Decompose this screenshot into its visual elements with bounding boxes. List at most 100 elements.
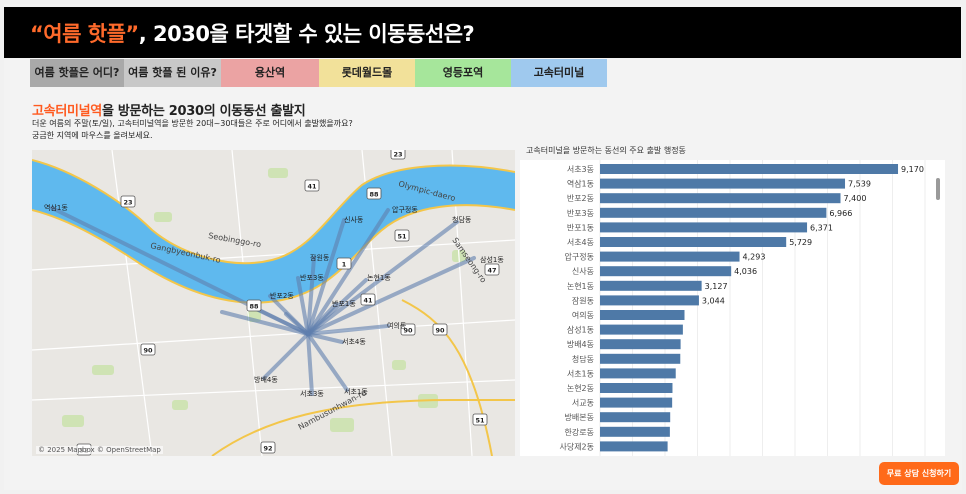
data-label: 5,729: [789, 238, 812, 247]
bar[interactable]: [600, 441, 668, 452]
bar[interactable]: [600, 426, 670, 437]
map-canvas[interactable]: 23418851147909288419023909251 Gangbyeonb…: [32, 150, 515, 456]
svg-text:51: 51: [475, 417, 485, 425]
svg-text:88: 88: [249, 303, 259, 311]
data-label: 6,966: [829, 209, 852, 218]
route-shield: 23: [390, 150, 406, 160]
category-label: 삼성1동: [567, 325, 594, 335]
route-shield: 51: [394, 229, 410, 242]
bar[interactable]: [600, 295, 699, 306]
bar-chart[interactable]: 서초3동 9,170 역삼1동 7,539 반포2동 7,400 반포3동 6,966 반포1동…: [520, 160, 945, 456]
road-label: Seobinggo-ro: [208, 231, 262, 249]
bar[interactable]: [600, 251, 740, 262]
district-label: 신사동: [344, 215, 364, 224]
bar[interactable]: [600, 310, 685, 320]
district-label: 서초1동: [344, 387, 368, 396]
bar[interactable]: [600, 222, 808, 233]
tab-lotte-world-mall[interactable]: 롯데월드몰: [319, 59, 415, 87]
bar[interactable]: [600, 324, 683, 335]
section-title: 고속터미널역을 방문하는 2030의 이동동선 출발지: [32, 100, 306, 119]
bar[interactable]: [600, 178, 846, 189]
category-label: 사당제2동: [559, 441, 594, 451]
page-header: “여름 핫플”, 2030을 타겟할 수 있는 이동동선은?: [4, 7, 961, 58]
svg-text:51: 51: [397, 233, 407, 241]
category-label: 서초4동: [567, 238, 594, 247]
tab-bar: 여름 핫플은 어디? 여름 핫플 된 이유? 용산역 롯데월드몰 영등포역 고속…: [30, 59, 607, 87]
category-label: 논현2동: [567, 384, 594, 393]
district-label: 반포2동: [270, 291, 294, 300]
route-shield: 88: [366, 187, 382, 200]
route-line[interactable]: [306, 332, 314, 396]
route-shield: 41: [360, 293, 376, 306]
bar[interactable]: [600, 353, 681, 364]
district-label: 방배4동: [254, 375, 278, 384]
data-label: 3,127: [705, 282, 728, 291]
bar-chart-canvas[interactable]: 서초3동 9,170 역삼1동 7,539 반포2동 7,400 반포3동 6,966 반포1동…: [520, 160, 945, 456]
bar[interactable]: [600, 339, 681, 350]
route-shield: 23: [120, 195, 136, 208]
svg-text:47: 47: [487, 267, 496, 275]
district-label: 논현1동: [367, 274, 391, 282]
district-label: 반포1동: [332, 299, 356, 308]
expressway: [401, 299, 493, 456]
chart-title: 고속터미널을 방문하는 동선의 주요 출발 행정동: [526, 146, 686, 155]
route-shield: 1: [336, 257, 352, 270]
category-label: 한강로동: [565, 427, 594, 437]
bar[interactable]: [600, 207, 827, 218]
data-label: 4,293: [743, 253, 766, 262]
chart-grid: [599, 160, 926, 456]
tab-yongsan-station[interactable]: 용산역: [221, 59, 319, 87]
category-label: 신사동: [572, 267, 594, 276]
route-line[interactable]: [262, 332, 310, 380]
district-label: 서초4동: [342, 337, 366, 346]
page-title: “여름 핫플”, 2030을 타겟할 수 있는 이동동선은?: [30, 18, 475, 48]
svg-text:88: 88: [369, 191, 379, 199]
district-label: 서초3동: [300, 389, 324, 398]
bar[interactable]: [600, 237, 787, 247]
tab-express-bus-terminal[interactable]: 고속터미널: [511, 59, 607, 87]
category-label: 서초3동: [567, 165, 594, 174]
district-label: 압구정동: [392, 205, 418, 214]
category-label: 여의동: [572, 310, 594, 320]
data-label: 6,371: [810, 223, 833, 232]
description-line: 더운 여름의 주말(토/일), 고속터미널역을 방문한 20대~30대들은 주로…: [32, 119, 353, 128]
page-title-highlight: “여름 핫플”: [30, 22, 139, 46]
bar[interactable]: [600, 412, 671, 423]
free-consultation-button[interactable]: 무료 상담 신청하기: [879, 462, 959, 485]
page-title-rest: , 2030을 타겟할 수 있는 이동동선은?: [138, 22, 475, 46]
district-label: 여의동: [387, 321, 407, 330]
district-label: 반포3동: [300, 273, 324, 282]
route-shield: 90: [140, 343, 156, 356]
bar[interactable]: [600, 193, 841, 204]
route-shield: 41: [304, 179, 320, 192]
district-label: 청담동: [452, 215, 472, 224]
tab-yeongdeungpo-station[interactable]: 영등포역: [415, 59, 511, 87]
category-label: 반포1동: [567, 223, 594, 232]
category-label: 방배4동: [567, 339, 594, 349]
category-label: 청담동: [572, 354, 594, 364]
bar[interactable]: [600, 368, 676, 379]
section-title-rest: 을 방문하는 2030의 이동동선 출발지: [101, 104, 306, 119]
svg-text:41: 41: [307, 183, 317, 191]
district-label: 역삼1동: [44, 203, 68, 212]
category-label: 반포3동: [567, 209, 594, 218]
route-map[interactable]: 23418851147909288419023909251 Gangbyeonb…: [32, 150, 515, 456]
route-shield: 88: [246, 299, 262, 312]
category-label: 서초1동: [567, 369, 594, 378]
description-line: 궁금한 지역에 마우스를 올려보세요.: [32, 131, 153, 140]
bar[interactable]: [600, 397, 673, 408]
chart-scrollbar[interactable]: [936, 178, 940, 200]
bar[interactable]: [600, 383, 673, 393]
tab-summer-hotplace[interactable]: 여름 핫플은 어디?: [30, 59, 124, 87]
section-title-highlight: 고속터미널역: [32, 104, 102, 119]
data-label: 9,170: [901, 165, 924, 174]
bar[interactable]: [600, 266, 732, 277]
district-label: 잠원동: [310, 253, 330, 262]
svg-text:41: 41: [363, 297, 373, 305]
data-label: 7,400: [844, 194, 867, 203]
section-description: 더운 여름의 주말(토/일), 고속터미널역을 방문한 20대~30대들은 주로…: [32, 118, 353, 142]
svg-text:92: 92: [263, 445, 272, 453]
bar[interactable]: [600, 280, 702, 291]
bar[interactable]: [600, 164, 899, 174]
tab-hotplace-reason[interactable]: 여름 핫플 된 이유?: [124, 59, 221, 87]
